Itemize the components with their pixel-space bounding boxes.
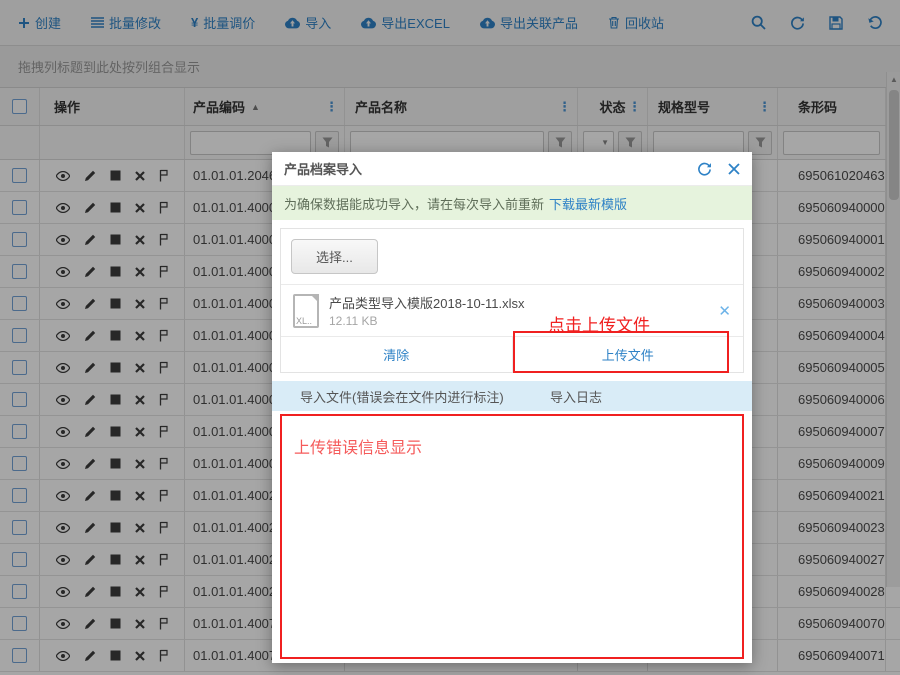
- file-name: 产品类型导入模版2018-10-11.xlsx: [329, 296, 525, 311]
- dialog-body: 选择... XL.. 产品类型导入模版2018-10-11.xlsx 12.11…: [272, 220, 752, 373]
- file-size: 12.11 KB: [329, 314, 378, 328]
- upload-actions: 清除 上传文件: [281, 336, 743, 372]
- product-management-screen: 创建 批量修改 ¥ 批量调价 导入 导出EXCEL 导出关联产品 回收站 拖拽列…: [0, 0, 900, 675]
- download-template-alert: 为确保数据能成功导入，请在每次导入前重新 下载最新模版: [272, 186, 752, 220]
- alert-text: 为确保数据能成功导入，请在每次导入前重新: [284, 196, 545, 212]
- tab-import-log[interactable]: 导入日志: [550, 381, 602, 411]
- dialog-header: 产品档案导入: [272, 152, 752, 186]
- dialog-close-icon[interactable]: [728, 162, 740, 175]
- download-template-link[interactable]: 下载最新模版: [549, 194, 627, 213]
- error-placeholder-text: 上传错误信息显示: [294, 440, 423, 457]
- annotation-click-upload: 点击上传文件: [548, 316, 650, 335]
- upload-widget: 选择... XL.. 产品类型导入模版2018-10-11.xlsx 12.11…: [280, 228, 744, 373]
- upload-file-button[interactable]: 上传文件: [513, 337, 744, 372]
- dialog-refresh-icon[interactable]: [697, 161, 712, 176]
- uploaded-file-item: XL.. 产品类型导入模版2018-10-11.xlsx 12.11 KB ✕: [281, 284, 743, 336]
- import-dialog: 产品档案导入 为确保数据能成功导入，请在每次导入前重新 下载最新模版 选择...…: [272, 152, 752, 663]
- result-tabs: 导入文件(错误会在文件内进行标注) 导入日志: [272, 381, 752, 411]
- error-message-area: 上传错误信息显示: [280, 414, 744, 659]
- clear-button[interactable]: 清除: [281, 337, 513, 372]
- upload-dropzone: 选择...: [281, 229, 743, 284]
- select-file-button[interactable]: 选择...: [291, 239, 378, 274]
- tab-import-file[interactable]: 导入文件(错误会在文件内进行标注): [300, 381, 504, 411]
- dialog-title: 产品档案导入: [284, 162, 363, 177]
- remove-file-icon[interactable]: ✕: [718, 302, 731, 320]
- excel-file-icon: XL..: [293, 293, 319, 328]
